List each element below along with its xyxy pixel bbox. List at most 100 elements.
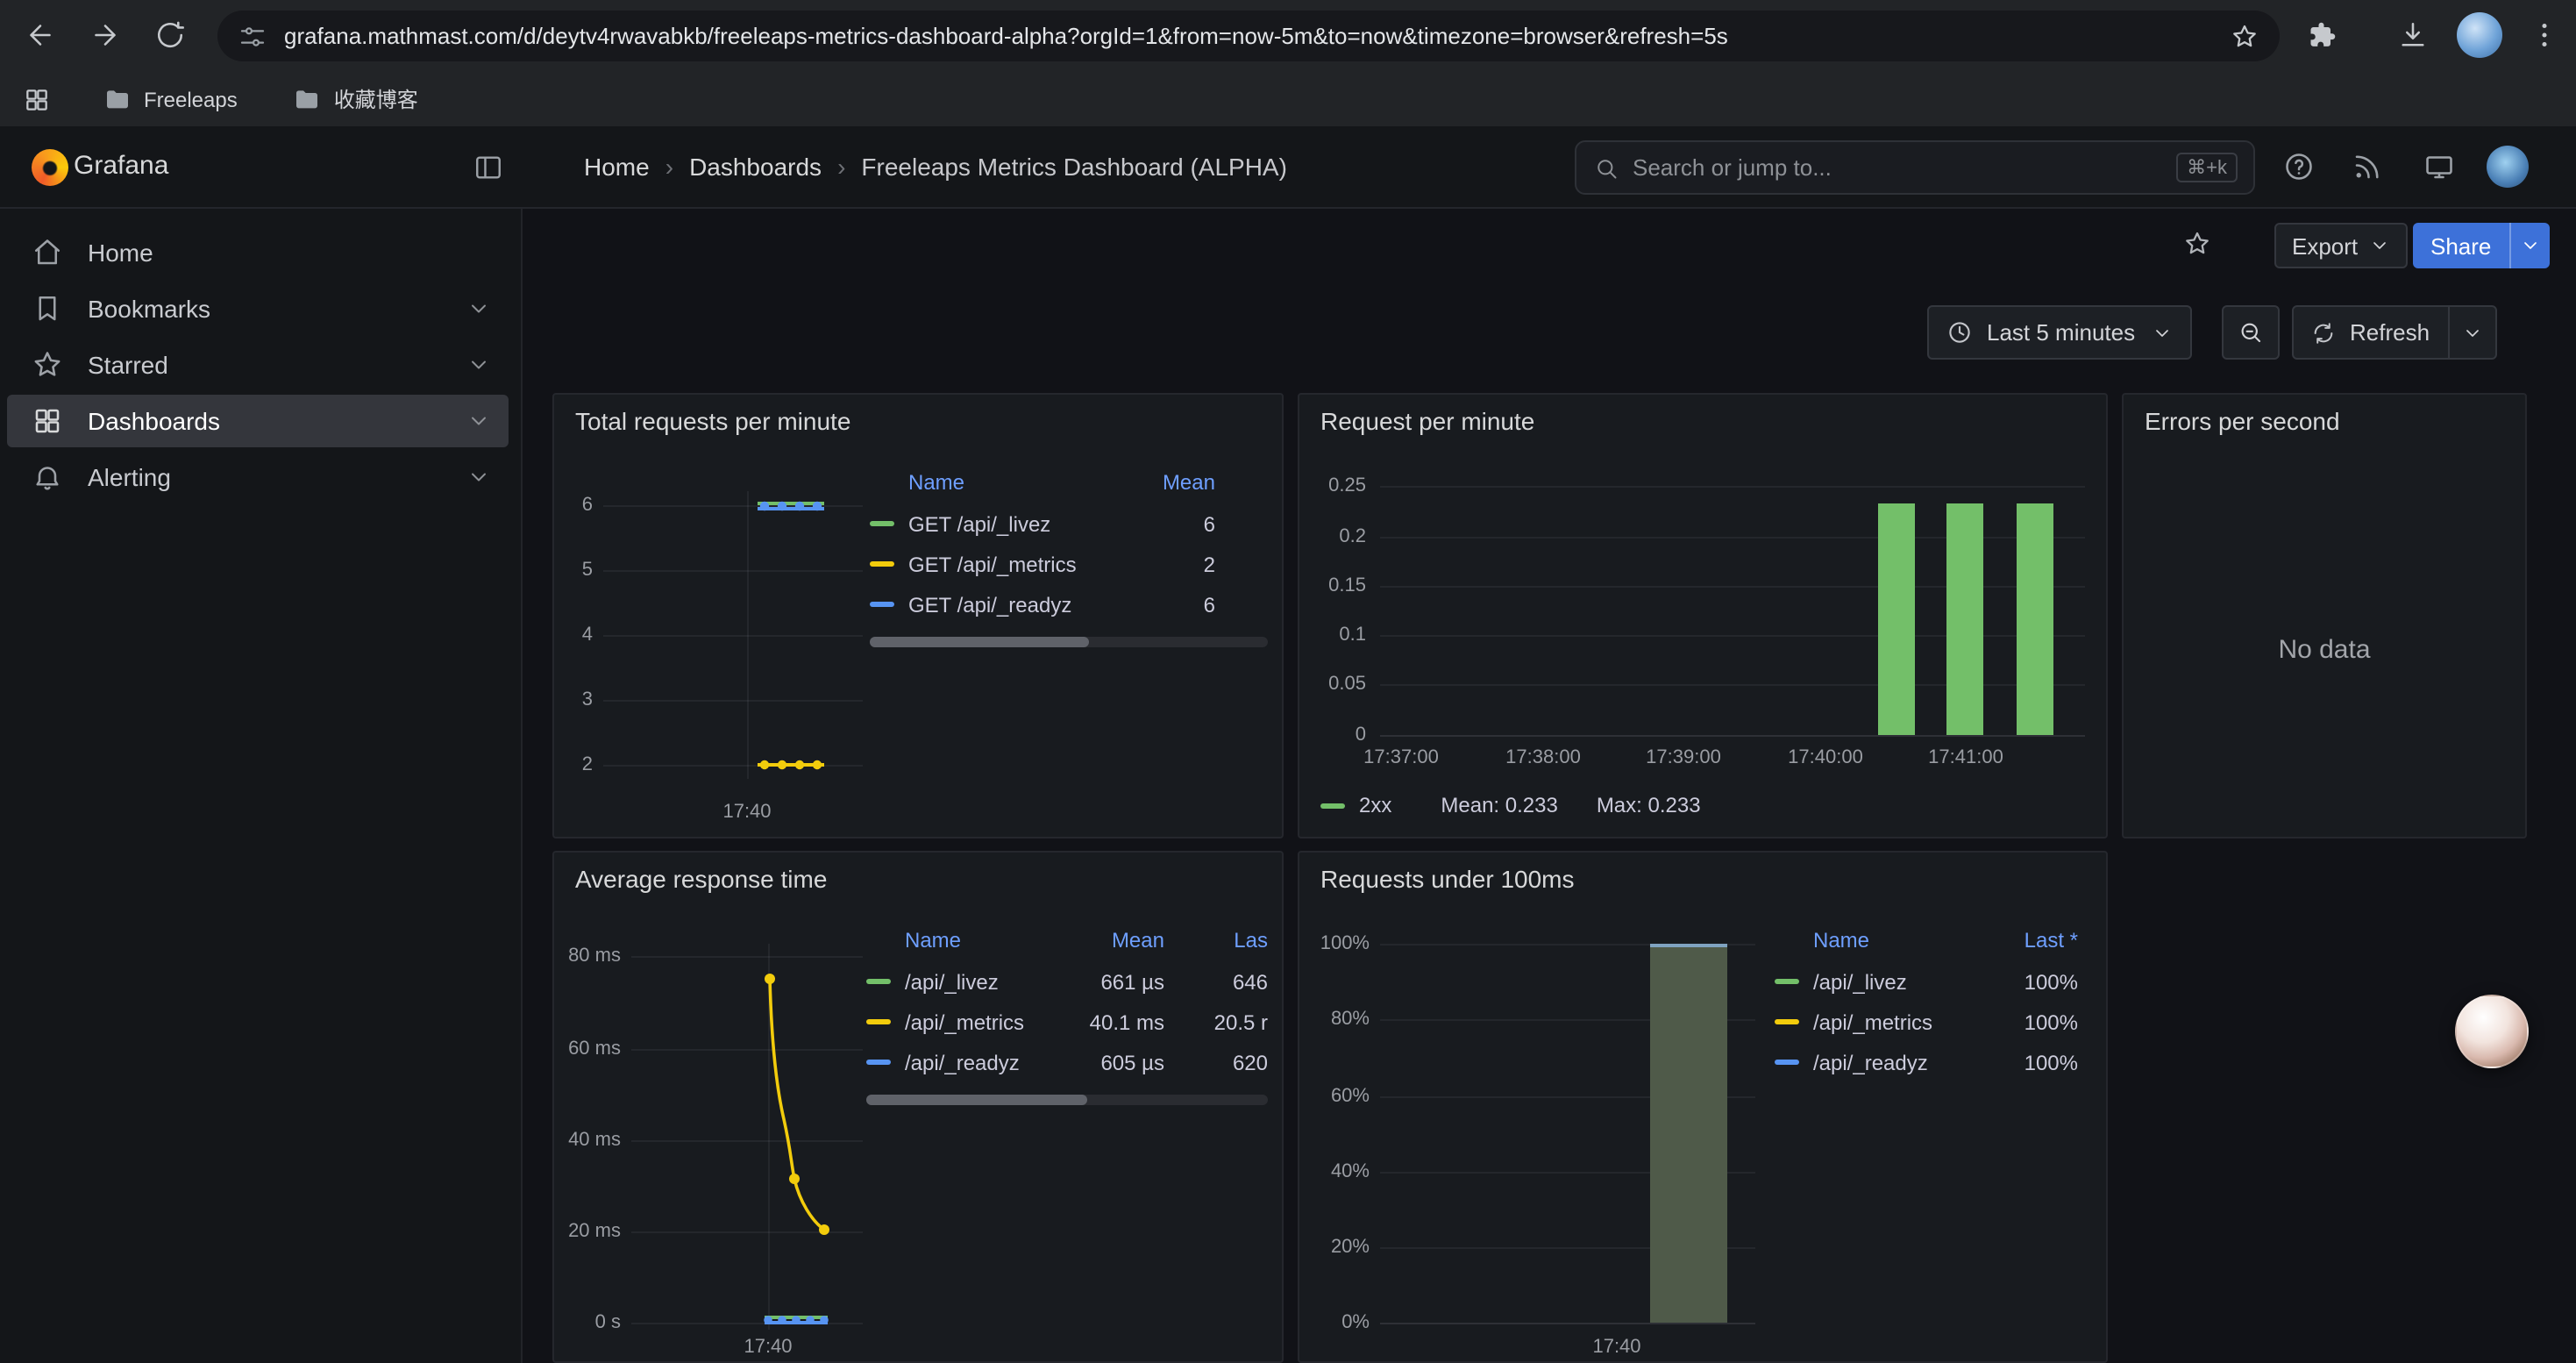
- legend-row[interactable]: /api/_livez 100%: [1775, 961, 2078, 1002]
- bookmark-star-icon[interactable]: [2231, 22, 2259, 50]
- forward-icon[interactable]: [89, 19, 121, 51]
- favorite-star-icon[interactable]: [2183, 230, 2211, 258]
- sidebar-collapse-icon[interactable]: [473, 153, 503, 182]
- legend-header-mean[interactable]: Mean: [1112, 928, 1164, 953]
- panel-title[interactable]: Total requests per minute: [575, 407, 850, 435]
- bar-under-100ms[interactable]: [1650, 944, 1727, 1323]
- series-name[interactable]: GET /api/_metrics: [908, 552, 1077, 576]
- legend-scrollbar[interactable]: [870, 637, 1268, 647]
- series-name[interactable]: /api/_metrics: [1813, 1010, 1932, 1034]
- x-tick: 17:41:00: [1928, 747, 2003, 768]
- legend-row[interactable]: /api/_livez 661 µs 646: [866, 961, 1268, 1002]
- panel-errors-per-second[interactable]: Errors per second No data: [2122, 393, 2527, 838]
- bookmark-folder-freeleaps[interactable]: Freeleaps: [103, 85, 238, 113]
- y-tick: 20 ms: [554, 1221, 621, 1242]
- chevron-down-icon[interactable]: [466, 296, 491, 321]
- legend-header-last[interactable]: Last *: [2025, 928, 2078, 953]
- reload-icon[interactable]: [154, 19, 186, 51]
- panel-title[interactable]: Errors per second: [2145, 407, 2340, 435]
- breadcrumb-dashboards[interactable]: Dashboards: [689, 153, 822, 181]
- extensions-icon[interactable]: [2304, 19, 2336, 51]
- panel-total-requests[interactable]: Total requests per minute 6 5 4 3 2 17:4…: [552, 393, 1284, 838]
- series-name[interactable]: /api/_livez: [905, 969, 999, 994]
- series-name[interactable]: 2xx: [1359, 793, 1391, 817]
- breadcrumb-home[interactable]: Home: [584, 153, 650, 181]
- panel-request-per-minute[interactable]: Request per minute 0.25 0.2 0.15 0.1 0.0…: [1298, 393, 2108, 838]
- legend-row[interactable]: /api/_metrics 40.1 ms 20.5 r: [866, 1002, 1268, 1042]
- series-name[interactable]: GET /api/_livez: [908, 511, 1050, 536]
- sidebar-item-label: Home: [88, 239, 153, 267]
- help-icon[interactable]: [2283, 151, 2315, 182]
- legend-row[interactable]: GET /api/_metrics 2: [870, 544, 1268, 584]
- panel-title[interactable]: Average response time: [575, 865, 827, 893]
- chevron-down-icon[interactable]: [466, 353, 491, 377]
- legend-row[interactable]: /api/_readyz 100%: [1775, 1042, 2078, 1082]
- browser-menu-icon[interactable]: [2529, 19, 2546, 51]
- series-name[interactable]: GET /api/_readyz: [908, 592, 1071, 617]
- zoom-out-button[interactable]: [2222, 305, 2280, 360]
- series-name[interactable]: /api/_readyz: [905, 1050, 1020, 1074]
- panel-title[interactable]: Requests under 100ms: [1320, 865, 1575, 893]
- sidebar-item-starred[interactable]: Starred: [7, 339, 509, 391]
- share-button[interactable]: Share: [2413, 223, 2549, 268]
- export-button[interactable]: Export: [2274, 223, 2407, 268]
- chevron-down-icon[interactable]: [466, 409, 491, 433]
- download-icon[interactable]: [2397, 19, 2429, 51]
- legend-row[interactable]: /api/_readyz 605 µs 620: [866, 1042, 1268, 1082]
- apps-grid-icon[interactable]: [23, 85, 51, 113]
- x-tick: 17:37:00: [1363, 747, 1439, 768]
- legend-header-mean[interactable]: Mean: [1163, 470, 1215, 495]
- legend-header-last[interactable]: Las: [1234, 928, 1268, 953]
- sidebar-item-dashboards[interactable]: Dashboards: [7, 395, 509, 447]
- bar-2xx[interactable]: [2017, 503, 2053, 735]
- y-tick: 20%: [1299, 1237, 1370, 1258]
- home-icon: [32, 237, 63, 268]
- floating-avatar[interactable]: [2455, 995, 2529, 1068]
- scrollbar-thumb[interactable]: [870, 637, 1089, 647]
- legend-header-name[interactable]: Name: [905, 928, 961, 953]
- display-icon[interactable]: [2423, 151, 2455, 182]
- legend-header-name[interactable]: Name: [1813, 928, 1869, 953]
- url-text[interactable]: grafana.mathmast.com/d/deytv4rwavabkb/fr…: [284, 23, 2231, 49]
- back-icon[interactable]: [25, 19, 56, 51]
- grafana-logo-icon[interactable]: [32, 149, 68, 186]
- bar-2xx[interactable]: [1946, 503, 1983, 735]
- panel-requests-under-100ms[interactable]: Requests under 100ms 100% 80% 60% 40% 20…: [1298, 851, 2108, 1363]
- grafana-profile-avatar[interactable]: [2487, 146, 2529, 188]
- sidebar-item-home[interactable]: Home: [7, 226, 509, 279]
- share-menu-caret[interactable]: [2508, 223, 2549, 268]
- y-tick: 2: [554, 754, 593, 775]
- refresh-button[interactable]: Refresh: [2292, 305, 2496, 360]
- url-bar[interactable]: grafana.mathmast.com/d/deytv4rwavabkb/fr…: [217, 11, 2280, 61]
- scrollbar-thumb[interactable]: [866, 1095, 1087, 1105]
- refresh-interval-caret[interactable]: [2447, 305, 2494, 360]
- series-mean: 605 µs: [1100, 1050, 1164, 1074]
- bar-2xx[interactable]: [1878, 503, 1915, 735]
- legend-scrollbar[interactable]: [866, 1095, 1268, 1105]
- series-name[interactable]: /api/_metrics: [905, 1010, 1024, 1034]
- panel-title[interactable]: Request per minute: [1320, 407, 1534, 435]
- browser-chrome: grafana.mathmast.com/d/deytv4rwavabkb/fr…: [0, 0, 2576, 126]
- series-name[interactable]: /api/_livez: [1813, 969, 1907, 994]
- legend-row[interactable]: GET /api/_livez 6: [870, 503, 1268, 544]
- news-rss-icon[interactable]: [2352, 151, 2383, 182]
- browser-profile-avatar[interactable]: [2457, 12, 2502, 58]
- chevron-down-icon[interactable]: [466, 465, 491, 489]
- search-input[interactable]: Search or jump to... ⌘+k: [1575, 140, 2255, 195]
- series-max-stat: Max: 0.233: [1597, 793, 1701, 817]
- bookmark-folder-blogs[interactable]: 收藏博客: [294, 84, 418, 114]
- sidebar-item-alerting[interactable]: Alerting: [7, 451, 509, 503]
- panel-average-response-time[interactable]: Average response time 80 ms 60 ms 40 ms …: [552, 851, 1284, 1363]
- series-name[interactable]: /api/_readyz: [1813, 1050, 1928, 1074]
- series-mean: 6: [1204, 592, 1215, 617]
- legend-row[interactable]: /api/_metrics 100%: [1775, 1002, 2078, 1042]
- zoom-out-icon: [2238, 319, 2264, 346]
- response-time-line-chart: [631, 940, 894, 1344]
- legend-header-name[interactable]: Name: [908, 470, 964, 495]
- refresh-main[interactable]: Refresh: [2294, 319, 2447, 346]
- legend-row[interactable]: GET /api/_readyz 6: [870, 584, 1268, 624]
- series-mean: 40.1 ms: [1090, 1010, 1164, 1034]
- sidebar-item-bookmarks[interactable]: Bookmarks: [7, 282, 509, 335]
- site-settings-icon[interactable]: [238, 22, 267, 50]
- time-range-picker[interactable]: Last 5 minutes: [1927, 305, 2191, 360]
